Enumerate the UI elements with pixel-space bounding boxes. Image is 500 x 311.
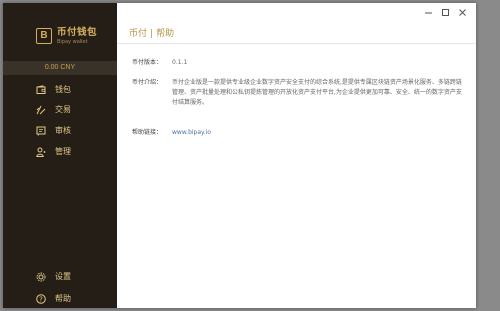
sidebar-item-label: 审核 [55, 126, 71, 135]
sidebar-item-help[interactable]: ? 帮助 [36, 293, 71, 304]
help-link-row: 帮助链接： www.bipay.io [132, 128, 462, 138]
logo-title: 币付钱包 [57, 27, 98, 38]
svg-text:?: ? [39, 295, 43, 303]
help-link[interactable]: www.bipay.io [172, 128, 211, 138]
logo-subtitle: Bipay wallet [57, 38, 88, 45]
sidebar-item-label: 交易 [55, 105, 71, 114]
sidebar: B 币付钱包 Bipay wallet 0.00 CNY 钱包 交易 审核 管理… [3, 3, 117, 308]
header-title: 币付 [129, 29, 148, 39]
sidebar-item-wallet[interactable]: 钱包 [36, 84, 71, 95]
balance-display: 0.00 CNY [3, 61, 117, 75]
help-icon: ? [36, 293, 46, 304]
minimize-icon[interactable] [423, 8, 434, 17]
gear-icon [36, 272, 46, 282]
help-link-label: 帮助链接： [132, 129, 163, 136]
app-window: B 币付钱包 Bipay wallet 0.00 CNY 钱包 交易 审核 管理… [3, 3, 476, 308]
header-divider [117, 43, 476, 44]
logo: B 币付钱包 Bipay wallet [36, 28, 97, 45]
sidebar-item-label: 设置 [55, 272, 71, 281]
intro-label: 币付介绍： [132, 79, 163, 86]
header-subtitle: 帮助 [156, 29, 175, 39]
intro-value: 币付企业版是一款提供专业级企业数字资产安全支付的综合系统,是提供专属区块链资产场… [172, 79, 462, 106]
maximize-icon[interactable] [440, 8, 451, 17]
close-icon[interactable] [457, 8, 468, 17]
version-value: 0.1.1 [172, 59, 188, 66]
header-separator: | [150, 29, 154, 39]
intro-row: 币付介绍： 币付企业版是一款提供专业级企业数字资产安全支付的综合系统,是提供专属… [132, 78, 462, 118]
sidebar-item-manage[interactable]: 管理 [36, 146, 71, 157]
transaction-icon [36, 105, 46, 115]
sidebar-item-settings[interactable]: 设置 [36, 271, 71, 282]
version-label: 币付版本： [132, 59, 163, 66]
sidebar-item-label: 帮助 [55, 294, 71, 303]
page-header: 币付 | 帮助 [129, 26, 174, 39]
sidebar-item-label: 管理 [55, 147, 71, 156]
sidebar-item-transaction[interactable]: 交易 [36, 104, 71, 115]
window-controls [417, 8, 468, 17]
audit-icon [36, 126, 46, 136]
main-content: 币付 | 帮助 币付版本： 0.1.1 币付介绍： 币付企业版是一款提供专业级企业数… [117, 3, 476, 308]
user-manage-icon [36, 147, 46, 157]
sidebar-item-label: 钱包 [55, 85, 71, 94]
version-row: 币付版本： 0.1.1 [132, 58, 462, 68]
logo-mark: B [36, 28, 52, 45]
wallet-icon [36, 84, 46, 95]
sidebar-item-audit[interactable]: 审核 [36, 125, 71, 136]
